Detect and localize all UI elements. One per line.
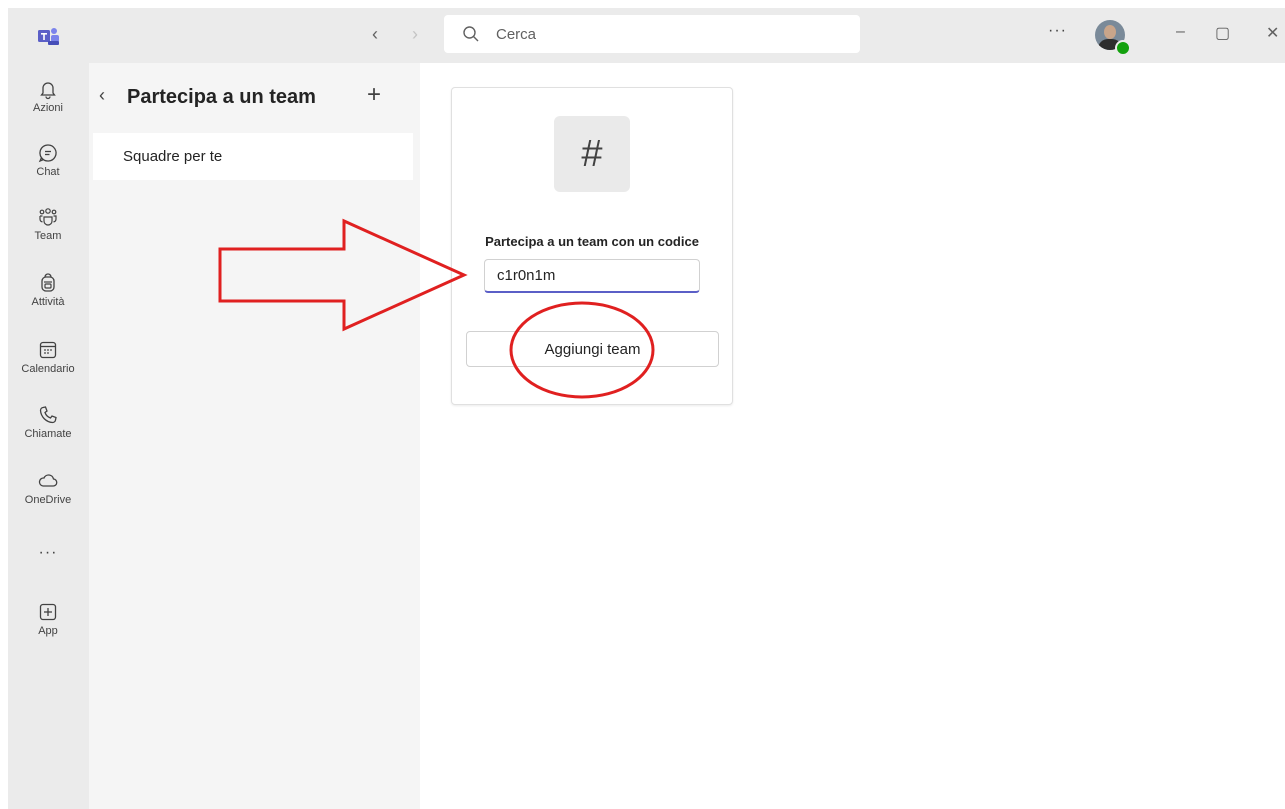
backpack-icon xyxy=(41,273,55,292)
app-rail: Azioni Chat Team Attività Calendario Chi… xyxy=(8,63,88,809)
rail-label: OneDrive xyxy=(24,494,72,506)
rail-label: Azioni xyxy=(33,102,63,114)
cloud-icon xyxy=(38,474,58,487)
rail-item-onedrive[interactable]: OneDrive xyxy=(8,470,88,506)
bell-icon xyxy=(40,82,56,100)
rail-label: Calendario xyxy=(21,363,75,375)
forward-arrow-icon[interactable]: › xyxy=(412,24,418,45)
panel-back-icon[interactable]: ‹ xyxy=(99,85,105,106)
join-with-code-card: # Partecipa a un team con un codice Aggi… xyxy=(451,87,733,405)
rail-more-apps[interactable]: ··· xyxy=(8,544,88,562)
minimize-icon[interactable]: – xyxy=(1176,23,1185,41)
panel-item-label: Squadre per te xyxy=(123,148,223,165)
create-team-plus-icon[interactable]: + xyxy=(367,81,381,109)
search-icon xyxy=(463,26,479,42)
join-card-heading: Partecipa a un team con un codice xyxy=(485,234,699,249)
main-content: # Partecipa a un team con un codice Aggi… xyxy=(420,63,1285,809)
search-box[interactable]: Cerca xyxy=(444,15,860,53)
panel-title: Partecipa a un team xyxy=(127,86,316,108)
team-icon xyxy=(39,208,57,226)
calendar-icon xyxy=(39,341,57,359)
plus-box-icon xyxy=(39,603,57,621)
teams-panel: ‹ Partecipa a un team + Squadre per te xyxy=(89,63,420,809)
phone-icon xyxy=(39,406,57,424)
rail-item-chiamate[interactable]: Chiamate xyxy=(8,404,88,440)
rail-item-team[interactable]: Team xyxy=(8,206,88,242)
rail-item-attivita[interactable]: Attività xyxy=(8,272,88,308)
rail-label: Attività xyxy=(31,296,65,308)
rail-label: App xyxy=(38,625,58,637)
rail-item-chat[interactable]: Chat xyxy=(8,142,88,178)
more-options-icon[interactable]: ··· xyxy=(1048,22,1067,40)
add-team-button[interactable]: Aggiungi team xyxy=(466,331,719,367)
teams-logo-icon xyxy=(38,28,59,45)
rail-label: Chat xyxy=(36,166,60,178)
rail-label: Chiamate xyxy=(24,428,72,440)
team-code-input[interactable] xyxy=(484,259,700,293)
rail-label: Team xyxy=(34,230,62,242)
chat-icon xyxy=(38,144,57,163)
search-placeholder: Cerca xyxy=(496,26,537,43)
rail-item-azioni[interactable]: Azioni xyxy=(8,78,88,114)
panel-item-squadre-per-te[interactable]: Squadre per te xyxy=(93,133,413,180)
teams-window: ‹ › Cerca ··· – ▢ ✕ Azioni Chat Team Att… xyxy=(8,8,1285,809)
presence-available-icon xyxy=(1115,40,1131,56)
rail-item-app[interactable]: App xyxy=(8,601,88,637)
close-icon[interactable]: ✕ xyxy=(1266,23,1279,43)
more-apps-icon: ··· xyxy=(38,544,58,561)
hash-icon: # xyxy=(554,116,630,192)
rail-item-calendario[interactable]: Calendario xyxy=(8,339,88,375)
back-arrow-icon[interactable]: ‹ xyxy=(372,24,378,45)
maximize-icon[interactable]: ▢ xyxy=(1215,23,1230,43)
title-bar: ‹ › Cerca ··· – ▢ ✕ xyxy=(8,8,1285,63)
